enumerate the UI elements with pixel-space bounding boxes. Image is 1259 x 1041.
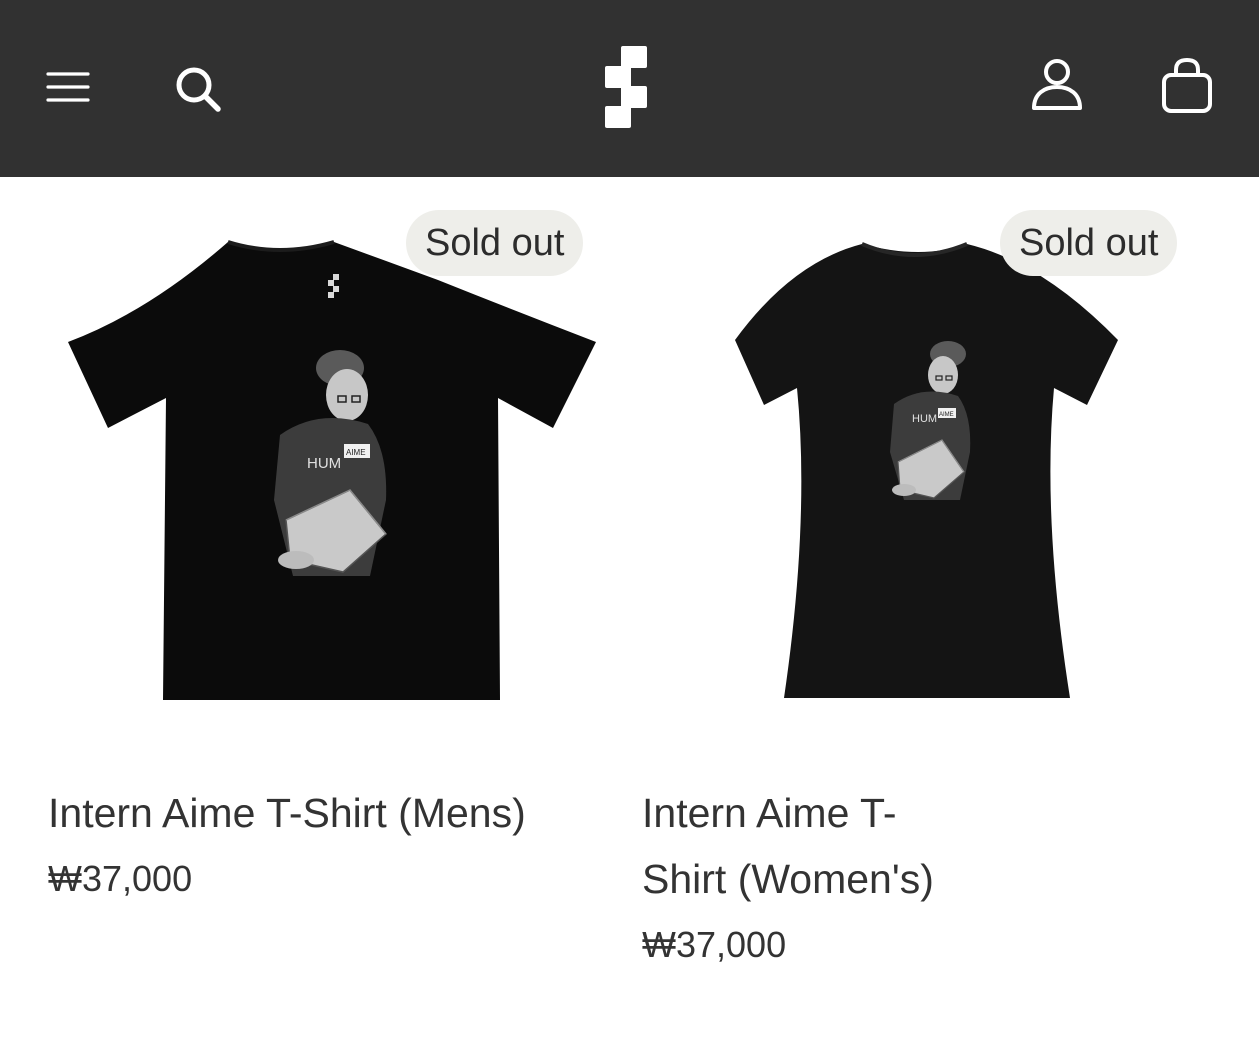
account-button[interactable] xyxy=(1030,58,1084,112)
product-image-womens[interactable]: HUM AIME Sold out xyxy=(642,200,1190,740)
product-price: ₩37,000 xyxy=(48,858,193,899)
search-icon xyxy=(176,67,221,112)
print-text-aime: AIME xyxy=(346,448,366,457)
print-text-hum: HUM xyxy=(307,455,341,472)
mens-tshirt-image: HUM AIME xyxy=(68,240,596,700)
cart-button[interactable] xyxy=(1158,58,1216,116)
product-card[interactable]: HUM AIME Sold out Intern Aime T-Shirt (M… xyxy=(48,200,608,1030)
brand-logo-icon xyxy=(605,46,647,128)
account-icon xyxy=(1032,59,1082,110)
print-text-aime: AIME xyxy=(939,412,954,418)
site-header xyxy=(0,0,1259,177)
product-title[interactable]: Intern Aime T-Shirt (Women's) xyxy=(642,780,972,912)
brand-logo-link[interactable] xyxy=(603,44,651,130)
shopping-bag-icon xyxy=(1162,58,1212,113)
print-text-hum: HUM xyxy=(912,413,937,425)
product-price: ₩37,000 xyxy=(642,924,787,965)
sold-out-badge: Sold out xyxy=(406,210,584,276)
menu-button[interactable] xyxy=(46,70,90,104)
product-card[interactable]: HUM AIME Sold out Intern Aime T-Shirt (W… xyxy=(642,200,1202,1030)
sold-out-badge: Sold out xyxy=(1000,210,1178,276)
search-button[interactable] xyxy=(173,64,223,114)
product-image-mens[interactable]: HUM AIME Sold out xyxy=(48,200,596,740)
womens-tshirt-image: HUM AIME xyxy=(735,242,1118,698)
hamburger-menu-icon xyxy=(46,72,90,102)
product-title[interactable]: Intern Aime T-Shirt (Mens) xyxy=(48,780,608,846)
